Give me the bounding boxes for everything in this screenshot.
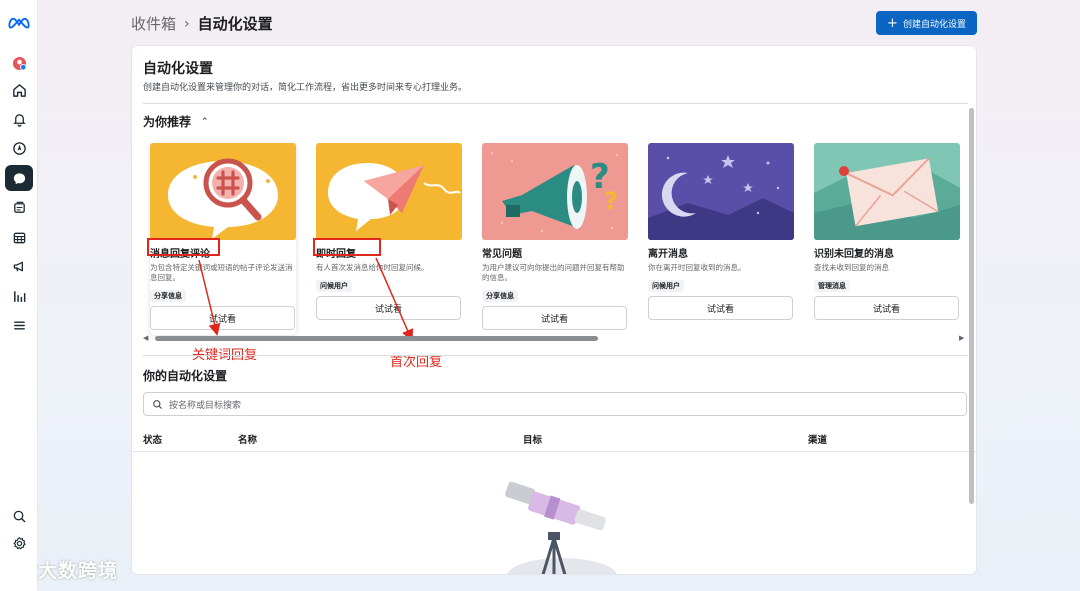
tile-name: 识别未回复的消息 <box>814 249 894 260</box>
tile-tag: 分享信息 <box>482 290 518 302</box>
bell-icon[interactable] <box>5 106 33 132</box>
meta-logo-icon[interactable] <box>5 10 33 36</box>
telescope-illustration <box>505 481 617 574</box>
create-automation-label: 创建自动化设置 <box>902 19 966 30</box>
column-goal[interactable]: 目标 <box>523 432 542 446</box>
watermark: 大数跨境 <box>8 556 118 583</box>
breadcrumb-separator: › <box>184 15 190 32</box>
breadcrumb-parent[interactable]: 收件箱 <box>131 13 176 34</box>
column-channel[interactable]: 渠道 <box>808 432 827 446</box>
recommend-tile-away-message[interactable]: 离开消息 你在离开时回复收到的消息。 问候用户 试试看 <box>648 143 794 320</box>
annotation-keyword-reply: 关键词回复 <box>192 348 258 363</box>
column-status[interactable]: 状态 <box>143 432 162 446</box>
tile-tag: 问候用户 <box>316 280 352 292</box>
recommended-header[interactable]: 为你推荐 ⌃ <box>143 113 209 130</box>
tile-tag: 分享信息 <box>150 290 186 302</box>
automation-card: 自动化设置 创建自动化设置来管理你的对话，简化工作流程，省出更多时间来专心打理业… <box>131 45 977 575</box>
divider <box>132 451 976 452</box>
paper-plane-illustration <box>316 143 462 240</box>
tile-tag: 管理消息 <box>814 280 850 292</box>
column-name[interactable]: 名称 <box>238 432 257 446</box>
search-placeholder: 按名称或目标搜索 <box>169 400 242 411</box>
svg-text:?: ? <box>604 187 618 215</box>
scrollbar-thumb[interactable] <box>155 336 598 341</box>
profile-avatar-icon[interactable] <box>5 50 33 76</box>
search-icon[interactable] <box>5 503 33 529</box>
inbox-chat-icon[interactable] <box>5 165 33 191</box>
plus-icon: + <box>887 15 898 31</box>
content-icon[interactable] <box>5 194 33 220</box>
recommend-tile-instant-reply[interactable]: 即时回复 有人首次发消息给你时回复问候。 问候用户 试试看 <box>316 143 462 320</box>
moon-stars-illustration <box>648 143 794 240</box>
megaphone-question-illustration: ? ? <box>482 143 628 240</box>
tile-name: 常见问题 <box>482 249 522 260</box>
page-title: 自动化设置 <box>197 15 273 33</box>
tile-name: 离开消息 <box>648 249 688 260</box>
horizontal-scrollbar[interactable]: ◀ ▶ <box>143 334 968 342</box>
tile-description: 为用户建议可向你提出的问题并回复有帮助的信息。 <box>482 263 625 282</box>
tile-tag: 问候用户 <box>648 280 684 292</box>
create-automation-button[interactable]: + 创建自动化设置 <box>876 11 977 35</box>
card-description: 创建自动化设置来管理你的对话，简化工作流程，省出更多时间来专心打理业务。 <box>143 83 468 93</box>
tile-description: 为包含特定关键词或短语的帖子评论发送消息回复。 <box>150 263 293 282</box>
annotation-first-reply: 首次回复 <box>390 355 443 370</box>
envelope-illustration <box>814 143 960 240</box>
divider <box>143 103 968 104</box>
left-sidebar <box>0 0 38 591</box>
compass-icon[interactable] <box>5 135 33 161</box>
try-button[interactable]: 试试看 <box>814 296 959 320</box>
highlight-box <box>147 238 220 256</box>
scroll-left-arrow-icon[interactable]: ◀ <box>143 334 148 342</box>
tile-description: 有人首次发消息给你时回复问候。 <box>316 263 429 272</box>
divider <box>143 355 968 356</box>
megaphone-icon[interactable] <box>5 253 33 279</box>
scroll-right-arrow-icon[interactable]: ▶ <box>959 334 964 342</box>
search-input[interactable]: 按名称或目标搜索 <box>143 392 967 416</box>
search-icon <box>153 399 162 409</box>
try-button[interactable]: 试试看 <box>316 296 461 320</box>
your-automations-title: 你的自动化设置 <box>143 369 228 383</box>
home-icon[interactable] <box>5 77 33 103</box>
recommend-tile-faq[interactable]: ? ? 常见问题 为用户建议可向你提出的问题并回复有帮助的信息。 分享信息 试试… <box>482 143 628 330</box>
chevron-up-icon[interactable]: ⌃ <box>201 117 209 127</box>
card-title: 自动化设置 <box>143 61 213 77</box>
calendar-icon[interactable] <box>5 224 33 250</box>
try-button[interactable]: 试试看 <box>648 296 793 320</box>
breadcrumb: 收件箱 › 自动化设置 <box>131 13 273 34</box>
insights-icon[interactable] <box>5 283 33 309</box>
hashtag-magnifier-illustration <box>150 143 296 240</box>
watermark-logo-icon <box>8 562 34 577</box>
try-button[interactable]: 试试看 <box>150 306 295 330</box>
highlight-box <box>313 238 381 256</box>
recommend-tile-unanswered[interactable]: 识别未回复的消息 查找未收到回复的消息 管理消息 试试看 <box>814 143 960 320</box>
menu-icon[interactable] <box>5 312 33 338</box>
try-button[interactable]: 试试看 <box>482 306 627 330</box>
recommended-title: 为你推荐 <box>143 115 192 129</box>
tile-description: 查找未收到回复的消息 <box>814 263 889 272</box>
table-header: 状态 名称 目标 渠道 <box>143 432 968 450</box>
tile-description: 你在离开时回复收到的消息。 <box>648 263 746 272</box>
watermark-text: 大数跨境 <box>38 560 119 582</box>
settings-icon[interactable] <box>5 530 33 556</box>
vertical-scrollbar[interactable] <box>969 108 974 504</box>
